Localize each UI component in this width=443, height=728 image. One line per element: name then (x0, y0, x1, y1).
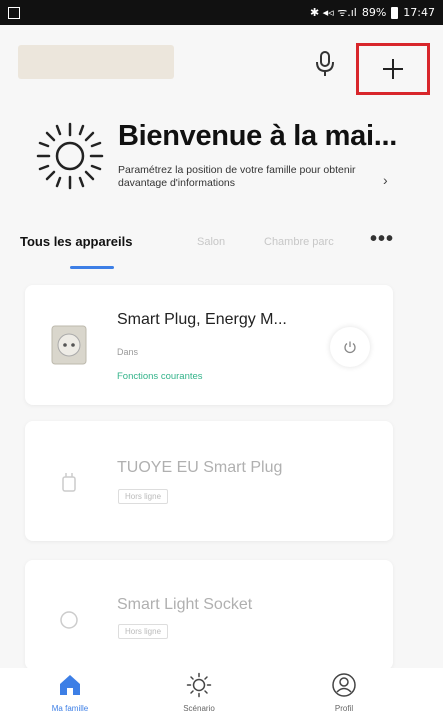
socket-icon (51, 325, 87, 365)
battery-icon (391, 6, 399, 19)
device-status: Dans (117, 347, 139, 357)
device-card[interactable]: Smart Light Socket Hors ligne (25, 560, 393, 670)
tab-chambre[interactable]: Chambre parc (264, 236, 334, 248)
status-left (8, 6, 20, 19)
signal-indicators: ✱ ◂◃ ᯤ.ıl (309, 6, 357, 19)
offline-badge: Hors ligne (118, 489, 169, 504)
active-tab-indicator (70, 266, 114, 269)
nav-my-family[interactable]: Ma famille (30, 672, 110, 713)
nav-label: Ma famille (51, 704, 89, 713)
chevron-right-icon[interactable]: › (383, 172, 388, 188)
welcome-banner[interactable]: Bienvenue à la mai... Paramétrez la posi… (0, 110, 443, 205)
plus-icon (383, 59, 403, 79)
home-name-selector[interactable] (18, 45, 174, 79)
power-button[interactable] (330, 327, 370, 367)
plug-icon (62, 473, 76, 492)
battery-percent: 89% (361, 6, 387, 19)
tab-salon[interactable]: Salon (197, 236, 225, 248)
device-name: Smart Plug, Energy M... (117, 311, 287, 328)
device-name: TUOYE EU Smart Plug (117, 459, 283, 476)
top-bar (0, 25, 443, 103)
status-bar: ✱ ◂◃ ᯤ.ıl 89% 17:47 (0, 0, 443, 25)
power-icon (344, 341, 356, 354)
add-device-button[interactable] (356, 43, 430, 95)
room-tabs: Tous les appareils Salon Chambre parc ••… (0, 228, 443, 272)
sun-icon (36, 122, 104, 190)
microphone-icon[interactable] (312, 49, 338, 79)
scene-sun-icon (186, 672, 212, 698)
profile-icon (332, 673, 356, 697)
home-icon (60, 675, 80, 695)
device-card[interactable]: TUOYE EU Smart Plug Hors ligne (25, 421, 393, 541)
nav-scenes[interactable]: Scénario (159, 672, 239, 713)
bulb-socket-icon (60, 611, 78, 629)
welcome-subtitle: Paramétrez la position de votre famille … (118, 164, 356, 189)
clock: 17:47 (403, 6, 435, 19)
bottom-navigation: Ma famille Scénario Profil (0, 668, 443, 728)
nav-label: Scénario (183, 704, 215, 713)
tab-all-devices[interactable]: Tous les appareils (20, 234, 132, 249)
device-name: Smart Light Socket (117, 596, 253, 613)
status-right: ✱ ◂◃ ᯤ.ıl 89% 17:47 (310, 5, 435, 20)
welcome-title: Bienvenue à la mai... (118, 120, 397, 152)
offline-badge: Hors ligne (118, 624, 169, 639)
nav-label: Profil (334, 704, 354, 713)
gallery-notification-icon (8, 6, 20, 19)
device-card[interactable]: Smart Plug, Energy M... Dans Fonctions c… (25, 285, 393, 405)
nav-profile[interactable]: Profil (304, 672, 384, 713)
device-functions-link[interactable]: Fonctions courantes (117, 371, 203, 382)
more-tabs-button[interactable]: ••• (370, 228, 394, 251)
